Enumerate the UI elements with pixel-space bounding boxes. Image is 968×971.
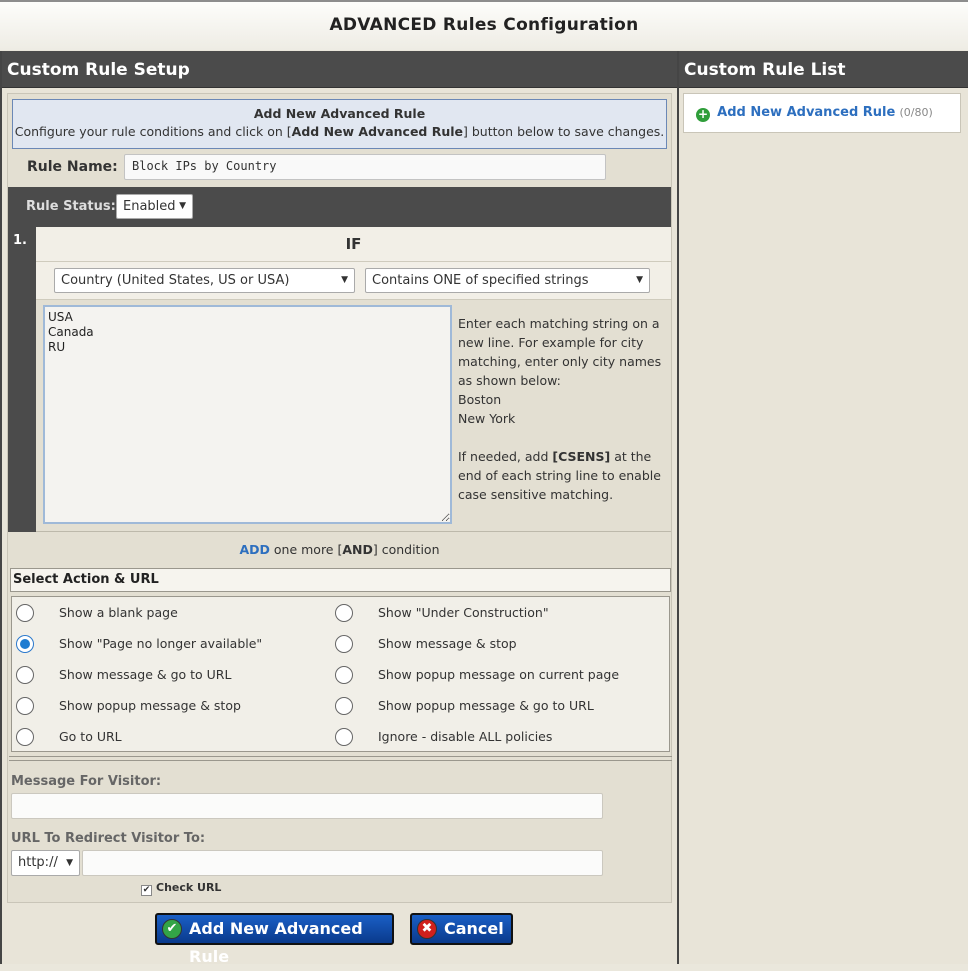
radio-button[interactable] xyxy=(335,728,353,746)
chevron-down-icon: ▼ xyxy=(66,858,73,868)
condition-values-textarea[interactable]: USA Canada RU xyxy=(43,305,452,524)
check-icon: ✔ xyxy=(162,919,182,939)
radio-button[interactable] xyxy=(335,604,353,622)
notice-title: Add New Advanced Rule xyxy=(253,106,426,121)
page-title: ADVANCED Rules Configuration xyxy=(0,0,968,50)
url-protocol-select[interactable]: http://▼ xyxy=(11,850,80,876)
cancel-button[interactable]: ✖ Cancel xyxy=(410,913,513,945)
notice-text: Configure your rule conditions and click… xyxy=(14,124,665,139)
condition-field-select[interactable]: Country (United States, US or USA) ▼ xyxy=(54,268,355,293)
condition-operator-select[interactable]: Contains ONE of specified strings ▼ xyxy=(365,268,650,293)
rule-list-box: + Add New Advanced Rule (0/80) xyxy=(683,93,961,133)
radio-button[interactable] xyxy=(16,697,34,715)
rule-setup-form: Add New Advanced Rule Configure your rul… xyxy=(7,93,672,903)
rule-name-label: Rule Name: xyxy=(27,159,118,175)
message-label: Message For Visitor: xyxy=(11,774,162,789)
rule-status-bar: Rule Status: Enabled ▼ xyxy=(8,187,671,227)
select-action-heading: Select Action & URL xyxy=(10,568,671,592)
rule-count: (0/80) xyxy=(899,106,933,119)
custom-rule-setup-panel: Custom Rule Setup Add New Advanced Rule … xyxy=(2,51,677,966)
help-line: Enter each matching string on a new line… xyxy=(458,316,662,388)
chevron-down-icon: ▼ xyxy=(341,275,348,285)
chevron-down-icon: ▼ xyxy=(179,201,186,211)
check-url-label: Check URL xyxy=(156,881,222,894)
rule-status-label: Rule Status: xyxy=(26,199,116,214)
notice-box: Add New Advanced Rule Configure your rul… xyxy=(12,99,667,149)
main-area: Custom Rule Setup Add New Advanced Rule … xyxy=(0,51,968,966)
chevron-down-icon: ▼ xyxy=(636,275,643,285)
check-url[interactable]: ✔ Check URL xyxy=(141,881,221,896)
message-input[interactable] xyxy=(11,793,603,819)
plus-icon: + xyxy=(696,107,710,122)
condition-selects: Country (United States, US or USA) ▼ Cont… xyxy=(36,262,671,300)
help-line: Boston xyxy=(458,392,502,407)
condition-help-text: Enter each matching string on a new line… xyxy=(458,314,668,504)
radio-button[interactable] xyxy=(16,728,34,746)
close-icon: ✖ xyxy=(417,919,437,939)
rule-name-input[interactable]: Block IPs by Country xyxy=(124,154,606,180)
custom-rule-setup-heading: Custom Rule Setup xyxy=(2,51,677,88)
rule-status-select[interactable]: Enabled ▼ xyxy=(116,194,193,219)
action-radio-group: Show a blank page Show "Under Constructi… xyxy=(11,596,670,752)
condition-number: 1. xyxy=(8,227,36,532)
radio-button-selected[interactable] xyxy=(16,635,34,653)
add-and-condition: ADD one more [AND] condition xyxy=(239,542,440,557)
radio-button[interactable] xyxy=(16,666,34,684)
radio-button[interactable] xyxy=(335,666,353,684)
radio-button[interactable] xyxy=(335,697,353,715)
add-new-advanced-rule-button[interactable]: ✔ Add New Advanced Rule xyxy=(155,913,394,966)
divider xyxy=(9,756,672,761)
help-csens: If needed, add [CSENS] at the end of eac… xyxy=(458,449,661,502)
url-input[interactable] xyxy=(82,850,603,876)
radio-button[interactable] xyxy=(335,635,353,653)
condition-values-area: USA Canada RU Enter each matching string… xyxy=(36,300,671,532)
add-rule-link[interactable]: Add New Advanced Rule xyxy=(717,105,895,120)
check-url-checkbox[interactable]: ✔ xyxy=(141,885,152,896)
add-condition-link[interactable]: ADD xyxy=(239,542,269,557)
url-label: URL To Redirect Visitor To: xyxy=(11,831,206,846)
custom-rule-list-heading: Custom Rule List xyxy=(679,51,968,88)
radio-button[interactable] xyxy=(16,604,34,622)
condition-if-heading: IF xyxy=(36,227,671,262)
custom-rule-list-panel: Custom Rule List + Add New Advanced Rule… xyxy=(679,51,968,964)
help-line: New York xyxy=(458,411,516,426)
